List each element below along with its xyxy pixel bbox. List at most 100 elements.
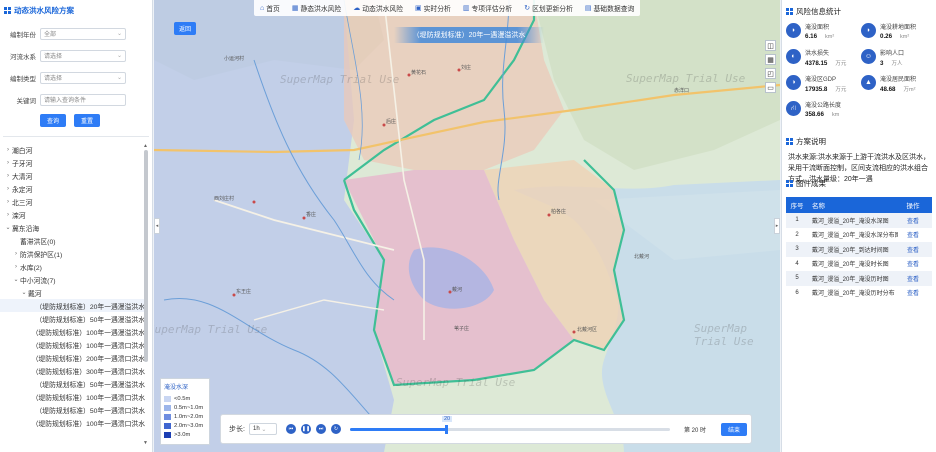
view-link[interactable]: 查看 [907, 219, 919, 225]
end-button[interactable]: 结束 [721, 422, 748, 436]
svg-text:西刘庄村: 西刘庄村 [214, 195, 234, 202]
reset-button[interactable]: 重置 [74, 114, 100, 127]
tree-item[interactable]: › 北三河 [0, 195, 145, 208]
stat-label: 淹没面积 [805, 25, 830, 31]
back-button[interactable]: 返回 [174, 22, 196, 35]
legend-label: 1.0m~2.0m [174, 413, 204, 420]
nav-item-label: 静态洪水风险 [300, 6, 342, 13]
tree-item[interactable]: › 水库(2) [0, 260, 145, 273]
tree-item-label: 北三河 [12, 199, 33, 207]
stat-icon: ◗ [861, 23, 876, 38]
nav-item[interactable]: ▤ 基础数据查询 [579, 0, 640, 16]
map-view[interactable]: 黄花石 刘庄 后庄 柏各庄 北戴河区 戴河 香庄 西刘庄村 东王庄 小运河村 北戴河 赤洋口 苇… [154, 0, 780, 452]
col-op: 操作 [906, 203, 920, 210]
stat-item: ▲ 淹没居民面积 48.68 万m² [861, 74, 936, 98]
loop-icon[interactable]: ↻ [331, 424, 341, 434]
tree-item-label: 蓄滞洪区(0) [20, 238, 56, 246]
measure-icon[interactable]: ◰ [765, 68, 776, 79]
nav-item[interactable]: ▥ 专项评估分析 [457, 0, 518, 16]
query-button[interactable]: 查询 [40, 114, 66, 127]
tree-item-label: （堤防规划标准）50年一遇漫溢洪水 [35, 381, 145, 389]
type-select[interactable]: 请选择 ⌄ [40, 71, 126, 84]
row-no: 2 [795, 231, 799, 238]
timeline-progress [350, 427, 446, 431]
tree-item[interactable]: （堤防规划标准）300年一遇溃口洪水 [0, 364, 145, 377]
tree-scrollbar[interactable] [144, 150, 148, 362]
view-link[interactable]: 查看 [907, 291, 919, 297]
scroll-down-icon[interactable]: ▼ [143, 440, 148, 446]
tree-item[interactable]: （堤防规划标准）50年一遇漫溢洪水 [0, 377, 145, 390]
tree-item[interactable]: › 潮白河 [0, 143, 145, 156]
stat-item: ◑ 淹没区GDP 17935.8 万元 [786, 74, 861, 98]
view-link[interactable]: 查看 [907, 248, 919, 254]
timeline-slider[interactable]: 20 [350, 415, 670, 434]
row-name: 戴河_漫溢_20年_到达时间图 [812, 247, 889, 254]
nav-item[interactable]: ⌂ 首页 [254, 0, 286, 16]
chevron-right-icon: › [15, 263, 17, 270]
collapse-left-icon[interactable]: ◂ [154, 218, 160, 234]
step-select[interactable]: 1h ⌄ [249, 423, 277, 435]
plan-tree: › 潮白河 › 子牙河 › 大清河 › 永定河 › 北三河 › 滦河 ⌄ 冀东沿海 蓄滞洪区(0) › 防洪保护… [0, 143, 145, 447]
tree-item[interactable]: （堤防规划标准）100年一遇溃口洪水 [0, 390, 145, 403]
collapse-right-icon[interactable]: ▸ [774, 218, 780, 234]
tree-item[interactable]: ⌄ 中小河流(7) [0, 273, 145, 286]
river-select[interactable]: 请选择 ⌄ [40, 49, 126, 62]
tree-item[interactable]: （堤防规划标准）200年一遇溃口洪水 [0, 351, 145, 364]
tree-item-label: （堤防规划标准）50年一遇漫溢洪水 [35, 316, 145, 324]
tree-item[interactable]: （堤防规划标准）100年一遇溃口洪水 [0, 416, 145, 429]
keyword-input[interactable]: 请输入查询条件 [40, 93, 126, 106]
legend-label: 2.0m~3.0m [174, 422, 204, 429]
results-table: 序号 名称 操作 1 戴河_漫溢_20年_淹没水深图 查看 2 戴河_漫溢_20年_淹没… [786, 197, 932, 300]
tree-item[interactable]: › 子牙河 [0, 156, 145, 169]
stat-icon: ◗ [786, 23, 801, 38]
pause-icon[interactable]: ❚❚ [301, 424, 311, 434]
stat-item: ◗ 淹没耕地面积 0.26 km² [861, 22, 936, 46]
year-select[interactable]: 全部 ⌄ [40, 27, 126, 40]
nav-item-label: 首页 [266, 6, 280, 13]
tree-item[interactable]: › 永定河 [0, 182, 145, 195]
view-link[interactable]: 查看 [907, 277, 919, 283]
scroll-up-icon[interactable]: ▲ [143, 143, 148, 149]
watermark: SuperMap Trial Use [626, 72, 746, 85]
tree-item[interactable]: （堤防规划标准）100年一遇漫溢洪水 [0, 325, 145, 338]
nav-item[interactable]: ▦ 静态洪水风险 [286, 0, 347, 16]
row-name: 戴河_漫溢_20年_淹没历时图 [812, 276, 889, 283]
nav-item[interactable]: ↻ 区划更新分析 [518, 0, 579, 16]
view-link[interactable]: 查看 [907, 233, 919, 239]
stat-value: 4378.15 [805, 60, 828, 67]
tree-item[interactable]: （堤防规划标准）50年一遇漫溢洪水 [0, 312, 145, 325]
table-row: 6 戴河_漫溢_20年_淹没历时分布 查看 [786, 286, 932, 301]
tree-item[interactable]: › 滦河 [0, 208, 145, 221]
divider [3, 136, 149, 137]
last-frame-icon[interactable]: ⏭ [316, 424, 326, 434]
bookmark-icon[interactable]: ▭ [765, 82, 776, 93]
nav-item[interactable]: ▣ 实时分析 [409, 0, 457, 16]
nav-item-label: 专项评估分析 [471, 6, 513, 13]
tree-item[interactable]: 蓄滞洪区(0) [0, 234, 145, 247]
tree-item[interactable]: ⌄ 冀东沿海 [0, 221, 145, 234]
tree-item[interactable]: › 防洪保护区(1) [0, 247, 145, 260]
timeline-handle[interactable] [445, 424, 448, 434]
legend-swatch [164, 395, 171, 402]
top-nav: ⌂ 首页 ▦ 静态洪水风险 ☁ 动态洪水风险 ▣ 实时分析 ▥ 专项评估分析 ↻ 区划更新分析 ▤ 基础数… [254, 0, 641, 16]
view-link[interactable]: 查看 [907, 262, 919, 268]
nav-item-label: 基础数据查询 [593, 6, 635, 13]
tree-item[interactable]: ⌄ 戴河 [0, 286, 145, 299]
stat-unit: 万m² [903, 87, 916, 93]
nav-icon: ⌂ [260, 4, 265, 12]
tree-item[interactable]: （堤防规划标准）20年一遇漫溢洪水 [0, 299, 145, 312]
tree-item[interactable]: （堤防规划标准）100年一遇溃口洪水 [0, 338, 145, 351]
row-no: 3 [795, 246, 799, 253]
stat-label: 影响人口 [880, 51, 905, 57]
tree-item[interactable]: › 大清河 [0, 169, 145, 182]
stat-unit: 万人 [891, 61, 903, 67]
layers-icon[interactable]: ◫ [765, 40, 776, 51]
row-no: 1 [795, 217, 799, 224]
results-title-text: 图件成果 [796, 178, 826, 188]
svg-text:黄花石: 黄花石 [411, 69, 426, 76]
basemap-icon[interactable]: ▦ [765, 54, 776, 65]
nav-item[interactable]: ☁ 动态洪水风险 [347, 0, 409, 16]
first-frame-icon[interactable]: ⏮ [286, 424, 296, 434]
tree-item[interactable]: （堤防规划标准）50年一遇溃口洪水 [0, 403, 145, 416]
legend-title: 淹没水深 [164, 385, 189, 391]
